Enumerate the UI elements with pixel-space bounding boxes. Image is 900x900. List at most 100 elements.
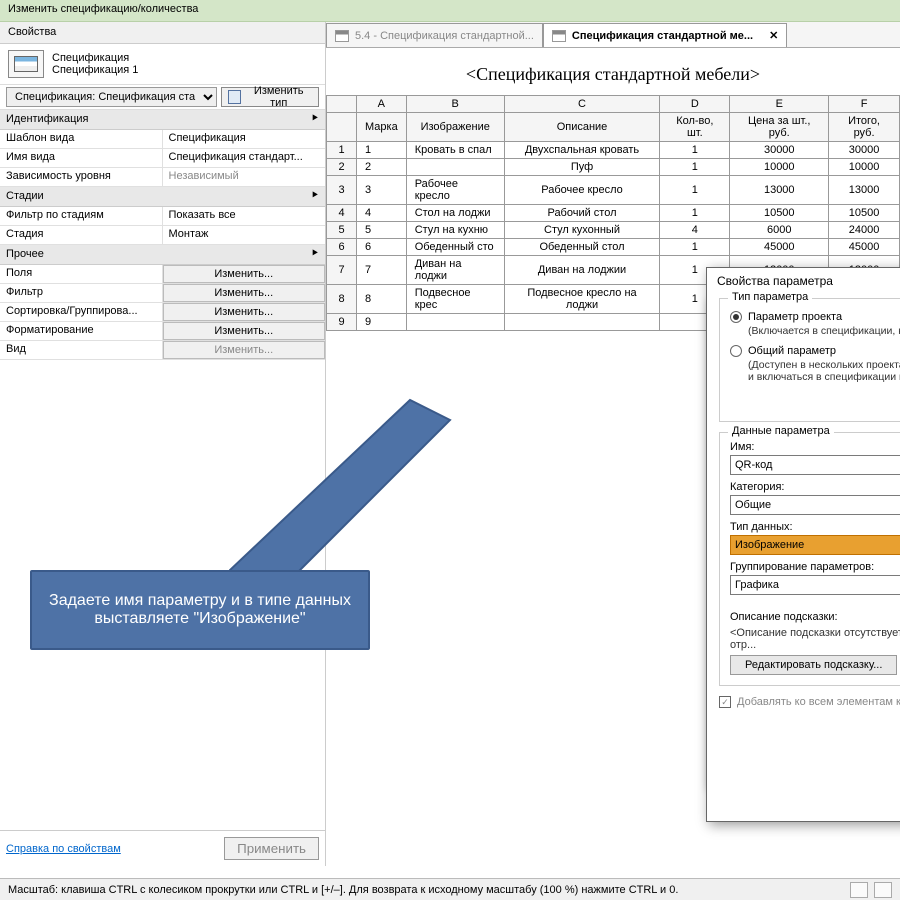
prop-value[interactable]: Монтаж <box>163 226 326 244</box>
close-icon[interactable]: ✕ <box>769 29 778 42</box>
group-stages[interactable]: Стадии⯈ <box>0 187 325 207</box>
type-selector-dropdown[interactable]: Спецификация: Спецификация ста <box>6 87 217 107</box>
table-cell[interactable]: 45000 <box>829 239 900 256</box>
row-number: 5 <box>327 222 357 239</box>
edit-button[interactable]: Изменить... <box>163 322 326 340</box>
status-button-2[interactable] <box>874 882 892 898</box>
table-cell[interactable]: Стол на лоджи <box>406 205 504 222</box>
radio-shared-parameter[interactable]: Общий параметр <box>730 345 900 357</box>
table-cell[interactable]: Стул кухонный <box>504 222 660 239</box>
table-row[interactable]: 66Обеденный стоОбеденный стол14500045000 <box>327 239 900 256</box>
table-cell[interactable] <box>504 314 660 331</box>
radio-project-parameter[interactable]: Параметр проекта <box>730 311 900 323</box>
prop-label: Имя вида <box>0 149 163 167</box>
row-number: 3 <box>327 176 357 205</box>
table-cell[interactable]: Кровать в спал <box>406 142 504 159</box>
prop-label: Зависимость уровня <box>0 168 163 186</box>
table-cell[interactable]: 1 <box>660 176 730 205</box>
name-input[interactable] <box>730 455 900 475</box>
document-tab[interactable]: Спецификация стандартной ме...✕ <box>543 23 787 47</box>
table-row[interactable]: 22Пуф11000010000 <box>327 159 900 176</box>
parameter-data-group: Данные параметра Имя: Категория: Общие▾ <box>719 432 900 686</box>
table-row[interactable]: 33Рабочее креслоРабочее кресло1130001300… <box>327 176 900 205</box>
column-letter: D <box>660 96 730 113</box>
tooltip-value: <Описание подсказки отсутствует. Для соз… <box>730 627 900 651</box>
table-row[interactable]: 55Стул на кухнюСтул кухонный4600024000 <box>327 222 900 239</box>
table-cell[interactable]: 10000 <box>829 159 900 176</box>
table-cell[interactable] <box>406 159 504 176</box>
table-cell[interactable]: 1 <box>660 239 730 256</box>
prop-value[interactable]: Спецификация стандарт... <box>163 149 326 167</box>
table-cell[interactable]: 6000 <box>730 222 829 239</box>
apply-button[interactable]: Применить <box>224 837 319 860</box>
group-other[interactable]: Прочее⯈ <box>0 245 325 265</box>
table-row[interactable]: 44Стол на лоджиРабочий стол11050010500 <box>327 205 900 222</box>
edit-button[interactable]: Изменить... <box>163 303 326 321</box>
table-cell[interactable]: 4 <box>357 205 407 222</box>
table-cell[interactable]: Подвесное кресло на лоджи <box>504 285 660 314</box>
table-cell[interactable]: Рабочее кресло <box>406 176 504 205</box>
edit-button[interactable]: Изменить... <box>163 341 326 359</box>
table-cell[interactable]: 6 <box>357 239 407 256</box>
table-cell[interactable]: 4 <box>660 222 730 239</box>
table-cell[interactable]: Обеденный стол <box>504 239 660 256</box>
checkbox-icon: ✓ <box>719 696 731 708</box>
table-cell[interactable]: 5 <box>357 222 407 239</box>
prop-value[interactable]: Показать все <box>163 207 326 225</box>
table-cell[interactable]: 30000 <box>730 142 829 159</box>
grouping-dropdown[interactable]: Графика▾ <box>730 575 900 595</box>
table-cell[interactable]: Рабочий стол <box>504 205 660 222</box>
edit-tooltip-button[interactable]: Редактировать подсказку... <box>730 655 897 675</box>
prop-value[interactable]: Спецификация <box>163 130 326 148</box>
table-cell[interactable]: 1 <box>660 142 730 159</box>
datatype-dropdown[interactable]: Изображение▾ <box>730 535 900 555</box>
table-cell[interactable]: 24000 <box>829 222 900 239</box>
table-cell[interactable]: 13000 <box>730 176 829 205</box>
row-number: 1 <box>327 142 357 159</box>
group-identification[interactable]: Идентификация⯈ <box>0 110 325 130</box>
edit-button[interactable]: Изменить... <box>163 265 326 283</box>
table-cell[interactable]: 8 <box>357 285 407 314</box>
table-cell[interactable]: Диван на лоджи <box>406 256 504 285</box>
table-cell[interactable]: Пуф <box>504 159 660 176</box>
table-cell[interactable]: 13000 <box>829 176 900 205</box>
prop-value[interactable]: Независимый <box>163 168 326 186</box>
table-cell[interactable]: 30000 <box>829 142 900 159</box>
table-cell[interactable]: 2 <box>357 159 407 176</box>
table-cell[interactable]: Обеденный сто <box>406 239 504 256</box>
row-number: 8 <box>327 285 357 314</box>
table-cell[interactable]: 3 <box>357 176 407 205</box>
table-cell[interactable]: 7 <box>357 256 407 285</box>
table-cell[interactable]: 9 <box>357 314 407 331</box>
row-number: 2 <box>327 159 357 176</box>
edit-button[interactable]: Изменить... <box>163 284 326 302</box>
table-cell[interactable]: Двухспальная кровать <box>504 142 660 159</box>
radio-desc: (Включается в спецификации, но не включа… <box>748 325 900 337</box>
table-cell[interactable]: 1 <box>660 159 730 176</box>
grouping-label: Группирование параметров: <box>730 561 900 573</box>
prop-label: Вид <box>0 341 163 359</box>
column-header: Марка <box>357 113 407 142</box>
status-text: Масштаб: клавиша CTRL с колесиком прокру… <box>8 884 678 896</box>
table-cell[interactable] <box>406 314 504 331</box>
radio-icon <box>730 311 742 323</box>
table-cell[interactable]: 10500 <box>730 205 829 222</box>
table-cell[interactable]: Рабочее кресло <box>504 176 660 205</box>
table-cell[interactable]: Стул на кухню <box>406 222 504 239</box>
table-cell[interactable]: 10000 <box>730 159 829 176</box>
table-cell[interactable]: 1 <box>357 142 407 159</box>
status-button-1[interactable] <box>850 882 868 898</box>
properties-help-link[interactable]: Справка по свойствам <box>6 843 121 855</box>
add-to-all-checkbox[interactable]: ✓ Добавлять ко всем элементам категории <box>719 696 900 708</box>
table-cell[interactable]: Диван на лоджии <box>504 256 660 285</box>
edit-type-button[interactable]: Изменить тип <box>221 87 319 107</box>
table-row[interactable]: 11Кровать в спалДвухспальная кровать1300… <box>327 142 900 159</box>
table-cell[interactable]: 45000 <box>730 239 829 256</box>
edit-type-icon <box>228 90 241 104</box>
document-tab[interactable]: 5.4 - Спецификация стандартной... <box>326 23 543 47</box>
table-cell[interactable]: 10500 <box>829 205 900 222</box>
table-cell[interactable]: 1 <box>660 205 730 222</box>
category-dropdown[interactable]: Общие▾ <box>730 495 900 515</box>
table-cell[interactable]: Подвесное крес <box>406 285 504 314</box>
schedule-icon <box>552 30 566 42</box>
